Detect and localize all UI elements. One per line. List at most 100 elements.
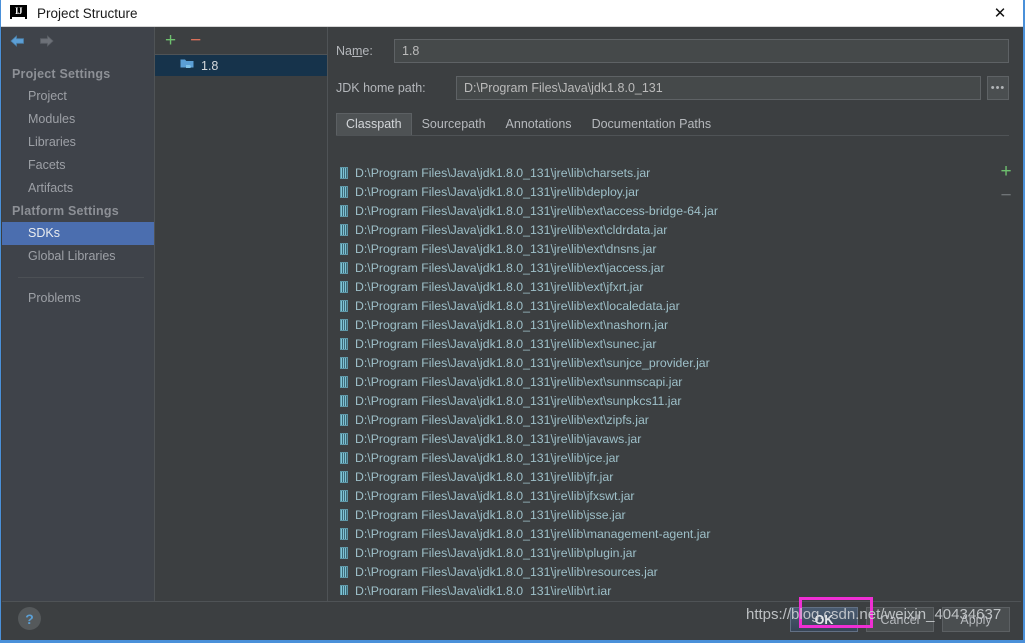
classpath-row[interactable]: D:\Program Files\Java\jdk1.8.0_131\jre\l…: [336, 429, 991, 448]
classpath-row-label: D:\Program Files\Java\jdk1.8.0_131\jre\l…: [355, 564, 658, 579]
jar-icon: [340, 546, 348, 559]
classpath-row[interactable]: D:\Program Files\Java\jdk1.8.0_131\jre\l…: [336, 353, 991, 372]
classpath-row-label: D:\Program Files\Java\jdk1.8.0_131\jre\l…: [355, 203, 718, 218]
sidebar-item-problems[interactable]: Problems: [2, 287, 154, 310]
classpath-row-label: D:\Program Files\Java\jdk1.8.0_131\jre\l…: [355, 260, 665, 275]
name-label: Name:: [336, 44, 373, 58]
jar-icon: [340, 299, 348, 312]
classpath-row[interactable]: D:\Program Files\Java\jdk1.8.0_131\jre\l…: [336, 410, 991, 429]
sdk-detail-panel: Name: 1.8 JDK home path: D:\Program File…: [329, 27, 1021, 605]
sidebar-list: Project Settings Project Modules Librari…: [2, 63, 154, 310]
jar-icon: [340, 185, 348, 198]
jar-icon: [340, 261, 348, 274]
classpath-row-label: D:\Program Files\Java\jdk1.8.0_131\jre\l…: [355, 374, 683, 389]
jar-icon: [340, 451, 348, 464]
jar-icon: [340, 489, 348, 502]
jar-icon: [340, 432, 348, 445]
jar-icon: [340, 394, 348, 407]
sdk-toolbar: + −: [155, 27, 327, 55]
sidebar-group-platform-settings: Platform Settings: [12, 204, 119, 218]
jdk-home-path-input[interactable]: D:\Program Files\Java\jdk1.8.0_131: [456, 76, 981, 100]
name-row: Name: 1.8: [329, 38, 1021, 64]
window-title: Project Structure: [37, 5, 138, 21]
sidebar-item-facets[interactable]: Facets: [2, 154, 154, 177]
classpath-row[interactable]: D:\Program Files\Java\jdk1.8.0_131\jre\l…: [336, 372, 991, 391]
close-icon[interactable]: ✕: [977, 0, 1023, 26]
classpath-row[interactable]: D:\Program Files\Java\jdk1.8.0_131\jre\l…: [336, 220, 991, 239]
classpath-row[interactable]: D:\Program Files\Java\jdk1.8.0_131\jre\l…: [336, 182, 991, 201]
help-button[interactable]: ?: [18, 607, 41, 630]
classpath-row[interactable]: D:\Program Files\Java\jdk1.8.0_131\jre\l…: [336, 543, 991, 562]
add-classpath-button[interactable]: +: [1000, 162, 1011, 181]
classpath-row-label: D:\Program Files\Java\jdk1.8.0_131\jre\l…: [355, 526, 711, 541]
classpath-row[interactable]: D:\Program Files\Java\jdk1.8.0_131\jre\l…: [336, 258, 991, 277]
jar-icon: [340, 166, 348, 179]
classpath-row-label: D:\Program Files\Java\jdk1.8.0_131\jre\l…: [355, 184, 640, 199]
detail-tabs: Classpath Sourcepath Annotations Documen…: [336, 113, 1009, 136]
classpath-row-label: D:\Program Files\Java\jdk1.8.0_131\jre\l…: [355, 488, 635, 503]
jar-icon: [340, 413, 348, 426]
sidebar-item-artifacts[interactable]: Artifacts: [2, 177, 154, 200]
classpath-row-label: D:\Program Files\Java\jdk1.8.0_131\jre\l…: [355, 222, 668, 237]
tab-classpath[interactable]: Classpath: [336, 113, 412, 135]
classpath-row[interactable]: D:\Program Files\Java\jdk1.8.0_131\jre\l…: [336, 467, 991, 486]
classpath-row[interactable]: D:\Program Files\Java\jdk1.8.0_131\jre\l…: [336, 163, 991, 182]
settings-sidebar: Project Settings Project Modules Librari…: [2, 27, 154, 605]
sdk-tree-item-1-8[interactable]: 1.8: [155, 55, 327, 76]
classpath-row[interactable]: D:\Program Files\Java\jdk1.8.0_131\jre\l…: [336, 581, 991, 595]
tab-annotations[interactable]: Annotations: [496, 113, 582, 135]
classpath-row-label: D:\Program Files\Java\jdk1.8.0_131\jre\l…: [355, 336, 657, 351]
classpath-row[interactable]: D:\Program Files\Java\jdk1.8.0_131\jre\l…: [336, 524, 991, 543]
classpath-row-label: D:\Program Files\Java\jdk1.8.0_131\jre\l…: [355, 317, 669, 332]
jar-icon: [340, 508, 348, 521]
sdk-tree-item-label: 1.8: [201, 58, 219, 73]
jdk-home-path-row: JDK home path: D:\Program Files\Java\jdk…: [329, 75, 1021, 101]
classpath-row-label: D:\Program Files\Java\jdk1.8.0_131\jre\l…: [355, 583, 612, 596]
classpath-row-label: D:\Program Files\Java\jdk1.8.0_131\jre\l…: [355, 355, 710, 370]
arrow-left-icon[interactable]: [9, 34, 26, 48]
classpath-row[interactable]: D:\Program Files\Java\jdk1.8.0_131\jre\l…: [336, 296, 991, 315]
tab-documentation-paths[interactable]: Documentation Paths: [582, 113, 722, 135]
jar-icon: [340, 470, 348, 483]
jar-icon: [340, 527, 348, 540]
classpath-row[interactable]: D:\Program Files\Java\jdk1.8.0_131\jre\l…: [336, 239, 991, 258]
add-sdk-button[interactable]: +: [165, 31, 176, 50]
jar-icon: [340, 318, 348, 331]
classpath-row[interactable]: D:\Program Files\Java\jdk1.8.0_131\jre\l…: [336, 201, 991, 220]
classpath-row[interactable]: D:\Program Files\Java\jdk1.8.0_131\jre\l…: [336, 562, 991, 581]
classpath-list[interactable]: D:\Program Files\Java\jdk1.8.0_131\jre\l…: [336, 163, 991, 595]
jar-icon: [340, 223, 348, 236]
sidebar-item-global-libraries[interactable]: Global Libraries: [2, 245, 154, 268]
jdk-folder-icon: [180, 57, 195, 75]
tab-sourcepath[interactable]: Sourcepath: [412, 113, 496, 135]
dialog-buttons: OK Cancel Apply: [790, 607, 1010, 632]
classpath-row-label: D:\Program Files\Java\jdk1.8.0_131\jre\l…: [355, 393, 682, 408]
classpath-row[interactable]: D:\Program Files\Java\jdk1.8.0_131\jre\l…: [336, 334, 991, 353]
apply-button[interactable]: Apply: [942, 607, 1010, 632]
ok-button[interactable]: OK: [790, 607, 858, 632]
browse-button[interactable]: •••: [987, 76, 1009, 100]
classpath-row-label: D:\Program Files\Java\jdk1.8.0_131\jre\l…: [355, 279, 644, 294]
name-input[interactable]: 1.8: [394, 39, 1009, 63]
jar-icon: [340, 242, 348, 255]
jdk-home-path-label: JDK home path:: [336, 81, 426, 95]
classpath-row-label: D:\Program Files\Java\jdk1.8.0_131\jre\l…: [355, 431, 642, 446]
sidebar-item-sdks[interactable]: SDKs: [2, 222, 154, 245]
classpath-row[interactable]: D:\Program Files\Java\jdk1.8.0_131\jre\l…: [336, 315, 991, 334]
sidebar-item-libraries[interactable]: Libraries: [2, 131, 154, 154]
arrow-right-icon: [38, 34, 55, 48]
remove-sdk-button[interactable]: −: [190, 31, 201, 50]
classpath-row[interactable]: D:\Program Files\Java\jdk1.8.0_131\jre\l…: [336, 391, 991, 410]
jar-icon: [340, 375, 348, 388]
sidebar-item-project[interactable]: Project: [2, 85, 154, 108]
classpath-row[interactable]: D:\Program Files\Java\jdk1.8.0_131\jre\l…: [336, 448, 991, 467]
cancel-button[interactable]: Cancel: [866, 607, 934, 632]
jar-icon: [340, 204, 348, 217]
classpath-row[interactable]: D:\Program Files\Java\jdk1.8.0_131\jre\l…: [336, 277, 991, 296]
sidebar-item-modules[interactable]: Modules: [2, 108, 154, 131]
classpath-row-label: D:\Program Files\Java\jdk1.8.0_131\jre\l…: [355, 450, 620, 465]
classpath-row[interactable]: D:\Program Files\Java\jdk1.8.0_131\jre\l…: [336, 505, 991, 524]
classpath-row-label: D:\Program Files\Java\jdk1.8.0_131\jre\l…: [355, 412, 649, 427]
project-structure-dialog: IJ Project Structure ✕ Project Settings …: [0, 0, 1025, 643]
classpath-row[interactable]: D:\Program Files\Java\jdk1.8.0_131\jre\l…: [336, 486, 991, 505]
